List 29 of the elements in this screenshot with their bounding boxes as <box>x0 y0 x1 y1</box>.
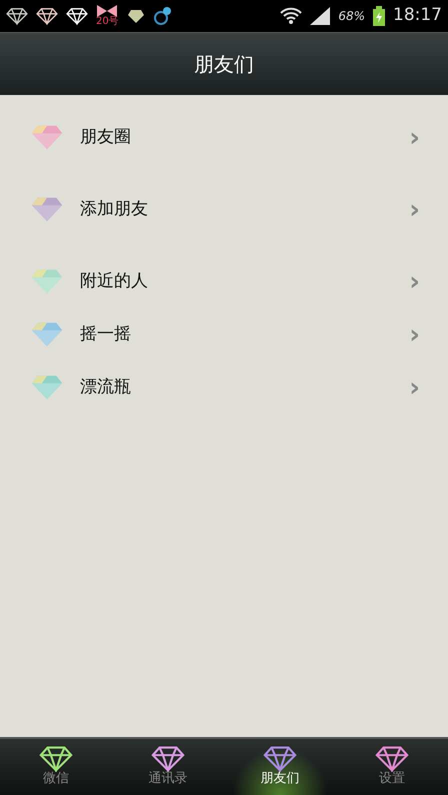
notification-diamond-icon <box>36 7 58 25</box>
chevron-icon: › <box>409 268 420 294</box>
chevron-icon: › <box>409 322 420 348</box>
wifi-icon <box>280 7 302 25</box>
menu-item[interactable]: 添加朋友 › <box>0 183 448 236</box>
notification-diamond-icon <box>6 7 28 25</box>
bow-icon <box>96 5 118 17</box>
battery-charging-icon <box>373 6 385 26</box>
tab[interactable]: 通讯录 <box>112 739 224 795</box>
tab[interactable]: 微信 <box>0 739 112 795</box>
signal-icon <box>310 7 330 25</box>
chevron-icon: › <box>409 374 420 400</box>
diamond-icon <box>263 745 297 772</box>
chevron-icon: › <box>409 196 420 222</box>
menu-item[interactable]: 漂流瓶 › <box>0 361 448 414</box>
menu-item[interactable]: 朋友圈 › <box>0 111 448 164</box>
notification-diamond-icon <box>126 8 145 24</box>
diamond-icon <box>375 745 409 772</box>
tab[interactable]: 设置 <box>336 739 448 795</box>
diamond-icon <box>151 745 185 772</box>
menu-item[interactable]: 附近的人 › <box>0 255 448 308</box>
clock-time: 18:17 <box>393 4 442 28</box>
chevron-icon: › <box>409 124 420 150</box>
notification-diamond-icon <box>66 7 88 25</box>
diamond-icon <box>39 745 73 772</box>
menu-item[interactable]: 摇一摇 › <box>0 308 448 361</box>
screen-title: 朋友们 <box>194 51 254 78</box>
notification-text: 20号 <box>96 17 119 27</box>
battery-percentage: 68% <box>338 8 365 25</box>
